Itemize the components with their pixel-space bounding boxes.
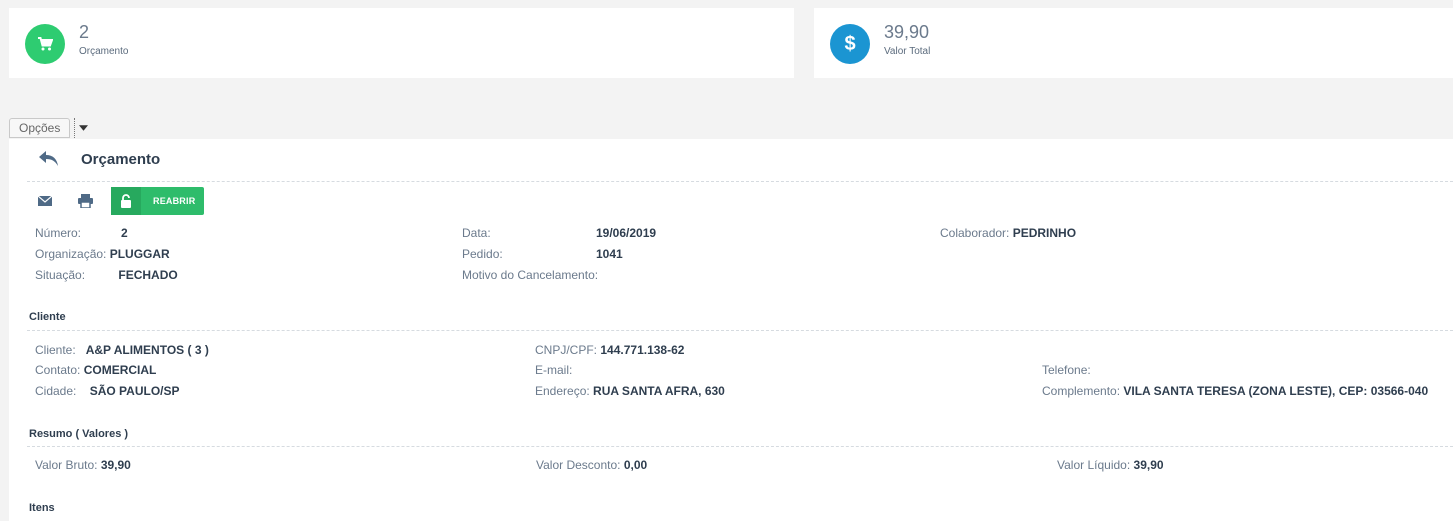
unlock-icon [111, 187, 141, 215]
field-situacao: Situação: FECHADO [35, 268, 178, 282]
options-bar: Opções [9, 118, 89, 138]
field-endereco: Endereço: RUA SANTA AFRA, 630 [535, 384, 725, 398]
field-data-value: 19/06/2019 [596, 226, 657, 240]
stat-value: 39,90 [884, 22, 930, 42]
field-cliente: Cliente: A&P ALIMENTOS ( 3 ) [35, 343, 209, 357]
print-icon[interactable] [77, 193, 93, 209]
section-title-cliente: Cliente [29, 311, 66, 323]
section-title-itens: Itens [29, 502, 55, 514]
page-title: Orçamento [81, 150, 161, 168]
field-valor-liquido: Valor Líquido: 39,90 [1057, 458, 1164, 472]
section-title-resumo: Resumo ( Valores ) [29, 428, 129, 440]
field-organizacao: Organização: PLUGGAR [35, 247, 170, 261]
options-button[interactable]: Opções [9, 118, 71, 138]
field-pedido-value: 1041 [596, 247, 623, 261]
stat-card-orcamento: 2 Orçamento [9, 8, 794, 78]
field-cidade: Cidade: SÃO PAULO/SP [35, 384, 180, 398]
field-telefone: Telefone: [1042, 363, 1091, 377]
field-complemento: Complemento: VILA SANTA TERESA (ZONA LES… [1042, 384, 1429, 398]
field-contato: Contato: COMERCIAL [35, 363, 157, 377]
field-pedido-label: Pedido: [462, 247, 503, 261]
reopen-button[interactable]: REABRIR [111, 187, 204, 215]
field-colaborador: Colaborador: PEDRINHO [940, 226, 1077, 240]
stat-label: Valor Total [884, 46, 931, 57]
dollar-icon: $ [830, 24, 870, 64]
field-email: E-mail: [535, 363, 573, 377]
stat-value: 2 [79, 22, 90, 42]
main-panel: Orçamento REABRIR Número: 2 Organização:… [9, 139, 1453, 521]
email-icon[interactable] [37, 193, 53, 209]
field-motivo: Motivo do Cancelamento: [462, 268, 599, 282]
field-numero: Número: 2 [35, 226, 128, 240]
field-valor-desconto: Valor Desconto: 0,00 [536, 458, 648, 472]
field-cnpj: CNPJ/CPF: 144.771.138-62 [535, 343, 685, 357]
reopen-label: REABRIR [153, 196, 196, 206]
caret-down-icon[interactable] [74, 118, 89, 138]
stat-card-valor-total: $ 39,90 Valor Total [814, 8, 1453, 78]
stat-label: Orçamento [79, 46, 129, 57]
field-data-label: Data: [462, 226, 491, 240]
back-icon[interactable] [37, 149, 61, 169]
cart-icon [25, 24, 65, 64]
field-valor-bruto: Valor Bruto: 39,90 [35, 458, 131, 472]
